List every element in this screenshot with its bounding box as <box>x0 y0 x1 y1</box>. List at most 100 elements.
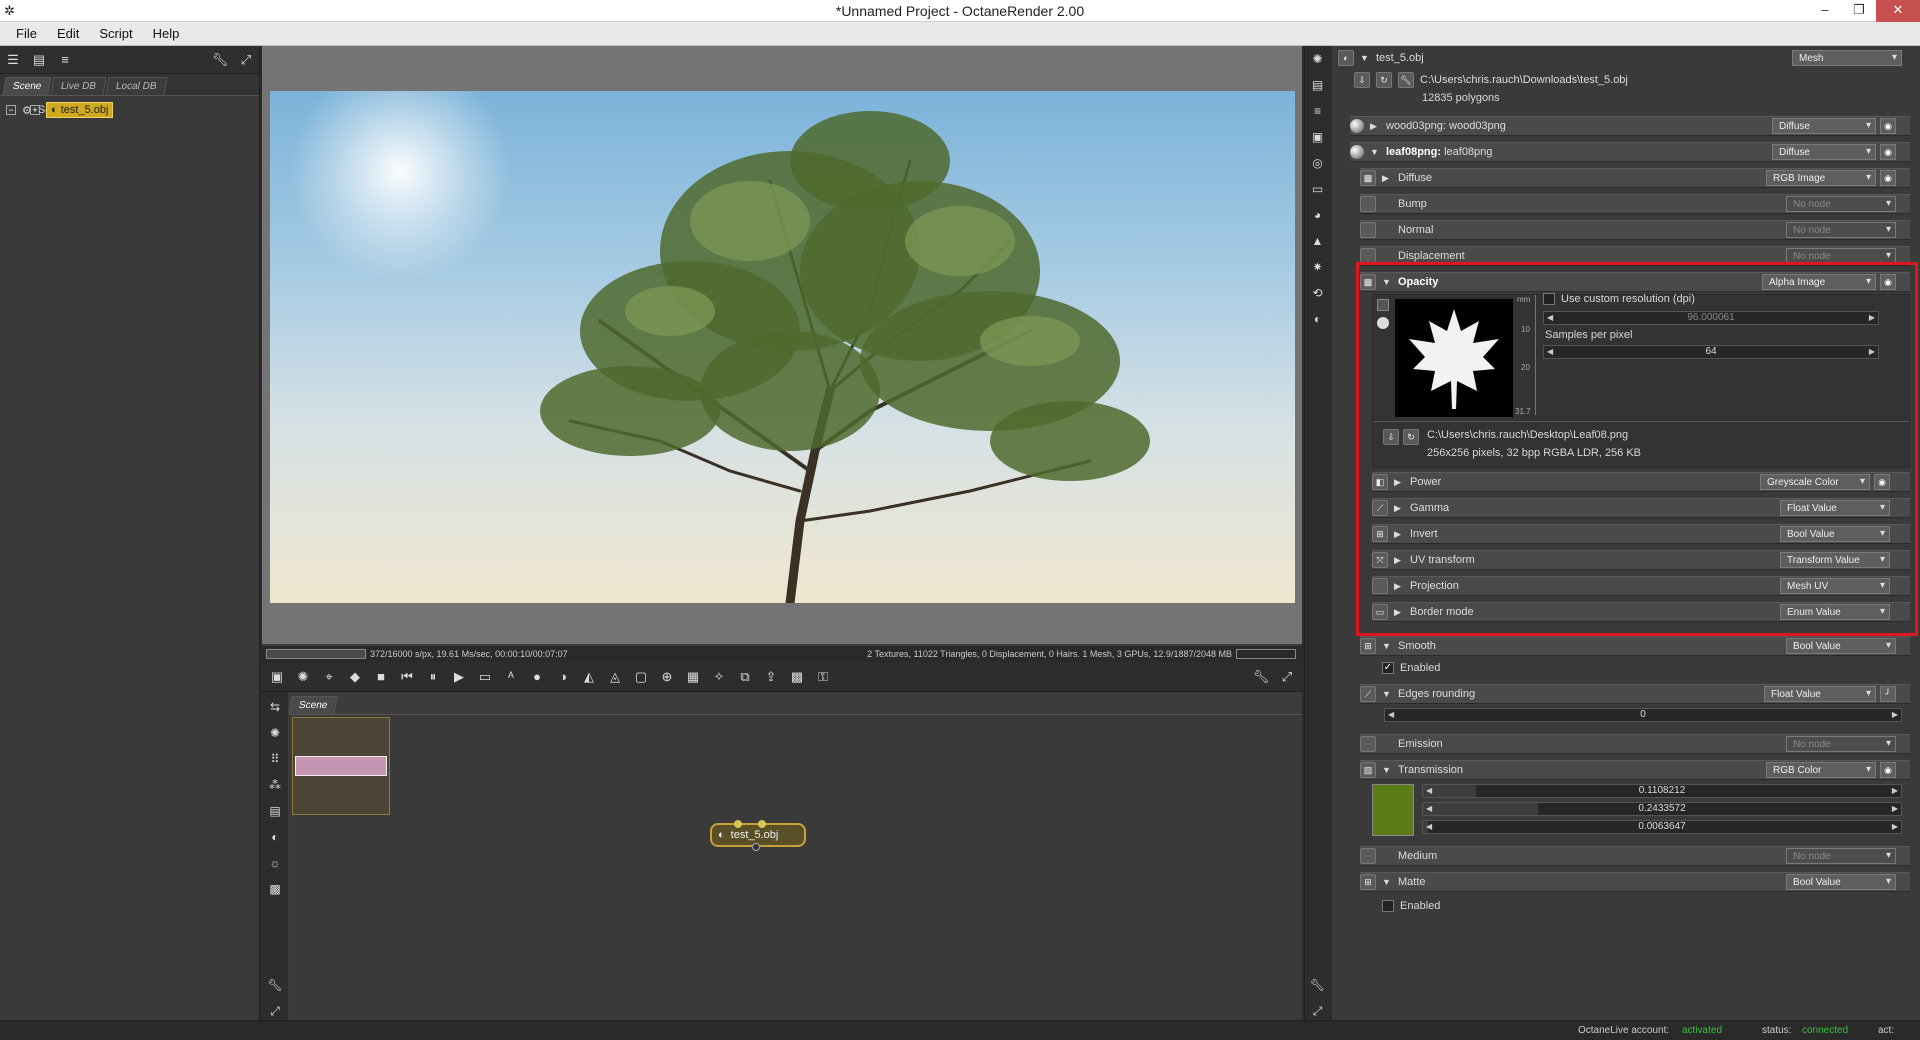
region-icon[interactable]: ▭ <box>476 668 494 686</box>
arrow-left-icon[interactable]: ◀ <box>1388 709 1394 721</box>
normal-type-dropdown[interactable]: No node <box>1786 222 1896 238</box>
mesh-node[interactable]: ◐ test_5.obj <box>710 820 806 851</box>
matte-enabled-row[interactable]: Enabled <box>1382 896 1440 916</box>
edges-rounding-slider[interactable]: ◀ 0 ▶ <box>1384 708 1902 722</box>
leaf08-type-dropdown[interactable]: Diffuse <box>1772 144 1876 160</box>
color-cube-icon[interactable]: ◆ <box>346 668 364 686</box>
tab-local-db[interactable]: Local DB <box>105 77 168 95</box>
menu-file[interactable]: File <box>6 26 47 41</box>
export-icon[interactable]: ⇪ <box>762 668 780 686</box>
medium-type-dropdown[interactable]: No node <box>1786 848 1896 864</box>
play-icon[interactable]: ▶ <box>450 668 468 686</box>
arrow-right-icon[interactable]: ▶ <box>1892 785 1898 797</box>
expand-icon[interactable]: ⤢ <box>1278 668 1296 686</box>
geometry-icon[interactable]: ⠿ <box>266 750 284 768</box>
transform-icon[interactable]: ⟲ <box>1309 284 1327 302</box>
node-output-pin[interactable] <box>752 843 760 851</box>
lock2-icon[interactable]: ⚿ <box>814 668 832 686</box>
emission-icon[interactable]: ☼ <box>266 854 284 872</box>
stack2-icon[interactable]: ≡ <box>1309 102 1327 120</box>
copy-icon[interactable]: ⧉ <box>736 668 754 686</box>
navigator-view-rect[interactable] <box>295 756 387 776</box>
checker-icon[interactable]: ▩ <box>788 668 806 686</box>
restart-icon[interactable]: ⏮ <box>398 668 416 686</box>
kernel-icon[interactable]: ⁂ <box>266 776 284 794</box>
landscape-icon[interactable]: ▲ <box>1309 232 1327 250</box>
collapse-triangle-icon[interactable]: ▼ <box>1382 765 1392 775</box>
tab-scene[interactable]: Scene <box>2 77 52 95</box>
expand-triangle-icon[interactable]: ▶ <box>1370 121 1380 132</box>
camera-lens-icon[interactable]: ◎ <box>1309 154 1327 172</box>
clay-icon[interactable]: ◬ <box>606 668 624 686</box>
diffuse-type-dropdown[interactable]: RGB Image <box>1766 170 1876 186</box>
transmission-color-swatch[interactable] <box>1372 784 1414 836</box>
graph-icon[interactable]: ⇆ <box>266 698 284 716</box>
expand-triangle-icon[interactable]: ▶ <box>1382 173 1392 184</box>
arrow-right-icon[interactable]: ▶ <box>1892 803 1898 815</box>
eye-icon[interactable]: ◉ <box>1880 170 1896 186</box>
node-graph-canvas[interactable]: ◐ test_5.obj <box>290 714 1302 1020</box>
edges-rounding-type-dropdown[interactable]: Float Value <box>1764 686 1876 702</box>
smooth-type-dropdown[interactable]: Bool Value <box>1786 638 1896 654</box>
arrow-right-icon[interactable]: ▶ <box>1892 709 1898 721</box>
stack-icon[interactable]: ▤ <box>30 51 48 69</box>
load-file-icon[interactable]: ⇩ <box>1354 72 1370 88</box>
arrow-left-icon[interactable]: ◀ <box>1426 821 1432 833</box>
menu-help[interactable]: Help <box>143 26 190 41</box>
film-icon[interactable]: ▤ <box>266 802 284 820</box>
decal-icon[interactable]: ✧ <box>710 668 728 686</box>
collapse-triangle-icon[interactable]: ▼ <box>1382 689 1392 699</box>
render-image[interactable] <box>270 91 1295 603</box>
render-settings-icon[interactable]: ✺ <box>1309 50 1327 68</box>
curve-icon[interactable]: ╯ <box>1880 686 1896 702</box>
image-icon[interactable]: ▣ <box>1309 128 1327 146</box>
arrow-left-icon[interactable]: ◀ <box>1426 785 1432 797</box>
wrench-icon[interactable]: 🔧︎ <box>211 51 229 69</box>
render-target-icon[interactable]: ✺ <box>266 724 284 742</box>
transmission-type-dropdown[interactable]: RGB Color <box>1766 762 1876 778</box>
transmission-b-slider[interactable]: ◀ 0.0063647 ▶ <box>1422 820 1902 834</box>
close-button[interactable]: ✕ <box>1876 0 1920 22</box>
stop-icon[interactable]: ■ <box>372 668 390 686</box>
object-picker-icon[interactable]: ◑ <box>554 668 572 686</box>
bump-type-dropdown[interactable]: No node <box>1786 196 1896 212</box>
layer-icon[interactable]: ▤ <box>1309 76 1327 94</box>
node-graph-navigator[interactable] <box>292 717 390 815</box>
smooth-enabled-checkbox[interactable]: ✓ <box>1382 662 1394 674</box>
material-ball-icon[interactable]: ◐ <box>1309 310 1327 328</box>
layers-icon[interactable]: ≡ <box>56 51 74 69</box>
list-view-icon[interactable]: ☰ <box>4 51 22 69</box>
pause-icon[interactable]: ⏸ <box>424 668 442 686</box>
collapse-triangle-icon[interactable]: ▼ <box>1360 53 1370 63</box>
smooth-enabled-row[interactable]: ✓ Enabled <box>1382 658 1440 678</box>
expand-icon[interactable]: ⤢ <box>1309 1002 1327 1020</box>
expand-plus-icon[interactable]: + <box>30 105 40 115</box>
maximize-button[interactable]: ❐ <box>1842 0 1876 22</box>
reload-icon[interactable]: ↻ <box>1376 72 1392 88</box>
eye-icon[interactable]: ◉ <box>1880 762 1896 778</box>
settings-icon[interactable]: 🔧︎ <box>1398 72 1414 88</box>
pick-focus-icon[interactable]: ⌖ <box>320 668 338 686</box>
arrow-right-icon[interactable]: ▶ <box>1892 821 1898 833</box>
sphere-icon[interactable]: ◕ <box>1309 206 1327 224</box>
tab-live-db[interactable]: Live DB <box>50 77 107 95</box>
transmission-r-slider[interactable]: ◀ 0.1108212 ▶ <box>1422 784 1902 798</box>
collapse-triangle-icon[interactable]: ▼ <box>1370 147 1380 157</box>
collapse-triangle-icon[interactable]: ▼ <box>1382 641 1392 651</box>
node-input-pin[interactable] <box>734 820 742 828</box>
transmission-g-slider[interactable]: ◀ 0.2433572 ▶ <box>1422 802 1902 816</box>
camera-icon[interactable]: ▣ <box>268 668 286 686</box>
white-balance-icon[interactable]: ◭ <box>580 668 598 686</box>
af-icon[interactable]: ᴬ <box>502 668 520 686</box>
expand-icon[interactable]: ⤢ <box>237 51 255 69</box>
node-input-pin[interactable] <box>758 820 766 828</box>
wrench-icon[interactable]: 🔧︎ <box>1309 976 1327 994</box>
recenter-icon[interactable]: ✺ <box>294 668 312 686</box>
tree-label-mesh[interactable]: ◐ test_5.obj <box>46 102 114 118</box>
expand-icon[interactable]: ⤢ <box>266 1002 284 1020</box>
matte-enabled-checkbox[interactable] <box>1382 900 1394 912</box>
matte-type-dropdown[interactable]: Bool Value <box>1786 874 1896 890</box>
emission-type-dropdown[interactable]: No node <box>1786 736 1896 752</box>
texture-icon[interactable]: ▩ <box>266 880 284 898</box>
wood03-type-dropdown[interactable]: Diffuse <box>1772 118 1876 134</box>
